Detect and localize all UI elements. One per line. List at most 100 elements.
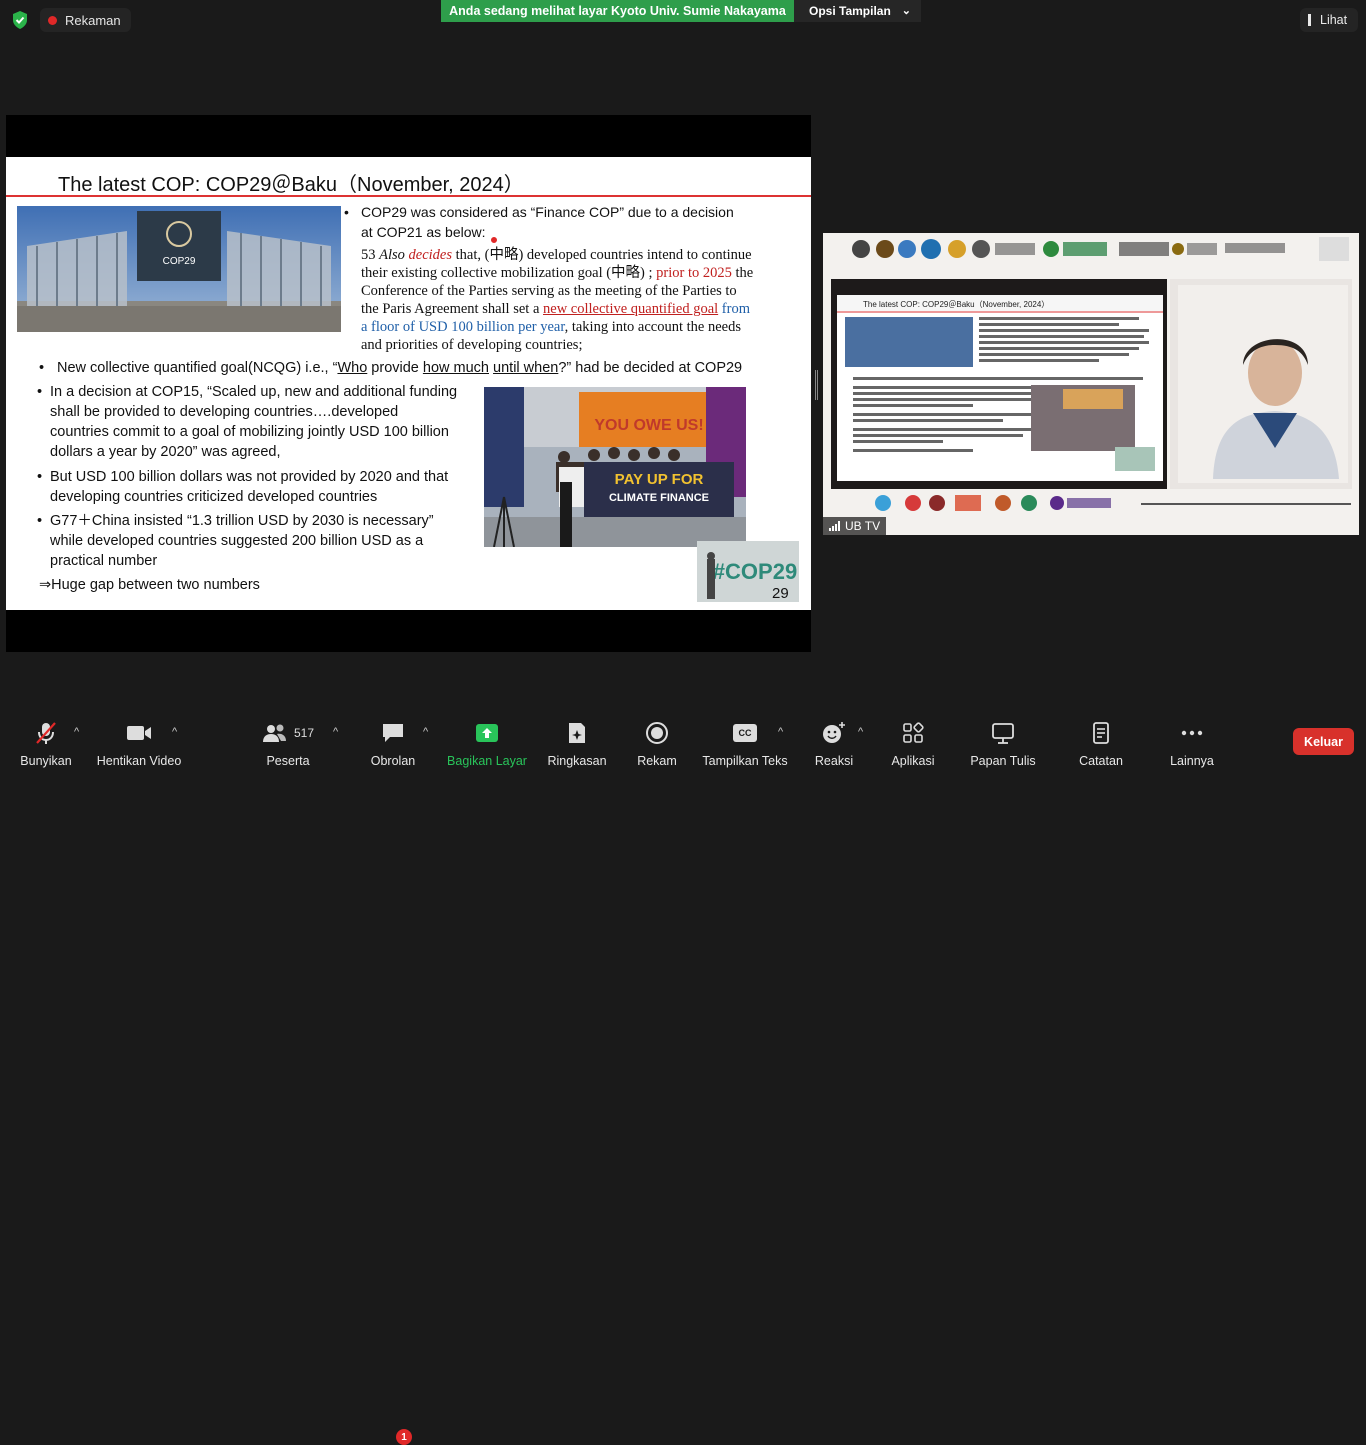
bullet-dot: • xyxy=(37,513,43,529)
presentation-slide: The latest COP: COP29＠Baku（November, 202… xyxy=(6,157,811,610)
chevron-down-icon: ⌄ xyxy=(901,5,911,17)
whiteboard-button[interactable]: Papan Tulis xyxy=(968,712,1038,768)
captions-options-caret-icon[interactable]: ^ xyxy=(778,726,783,738)
climate-finance-protest-photo: YOU OWE US! PAY UP FOR CLIMATE FINANCE xyxy=(484,387,746,547)
title-divider xyxy=(6,195,811,197)
participant-name-label: UB TV xyxy=(823,517,887,535)
ai-summary-icon xyxy=(566,720,588,746)
notes-button[interactable]: Catatan xyxy=(1074,712,1128,768)
show-captions-button[interactable]: CC Tampilkan Teks xyxy=(702,712,788,768)
g77-line3: practical number xyxy=(50,553,158,569)
chat-button[interactable]: Obrolan xyxy=(366,712,420,768)
chat-label: Obrolan xyxy=(370,754,416,768)
participants-label: Peserta xyxy=(266,754,310,768)
participants-options-caret-icon[interactable]: ^ xyxy=(333,726,338,738)
bullet-dot: • xyxy=(344,204,349,220)
quote-line4: the Paris Agreement shall set a new coll… xyxy=(361,301,750,317)
more-label: Lainnya xyxy=(1170,754,1214,768)
cop15-line4: dollars a year by 2020” was agreed, xyxy=(50,444,281,460)
slide-page-number: 29 xyxy=(772,585,789,602)
reactions-label: Reaksi xyxy=(814,754,854,768)
view-layout-icon xyxy=(1308,14,1311,26)
ncqg-bullet: New collective quantified goal(NCQG) i.e… xyxy=(57,360,743,376)
splitter-handle[interactable] xyxy=(815,370,819,400)
slide-title: The latest COP: COP29＠Baku（November, 202… xyxy=(58,174,524,196)
share-screen-label: Bagikan Layar xyxy=(447,754,527,768)
thumb-slide-title: The latest COP: COP29＠Baku（November, 202… xyxy=(863,300,1049,309)
apps-label: Aplikasi xyxy=(891,754,935,768)
usd-line1: But USD 100 billion dollars was not prov… xyxy=(50,469,449,485)
unmute-label: Bunyikan xyxy=(20,754,72,768)
participants-button[interactable]: 517 Peserta xyxy=(258,712,318,768)
quote-line1: 53 Also decides that, (中略) developed cou… xyxy=(361,247,752,263)
participants-count: 517 xyxy=(293,726,315,740)
apps-icon xyxy=(902,720,924,746)
view-options-button[interactable]: Opsi Tampilan ⌄ xyxy=(794,0,921,22)
more-dots-icon xyxy=(1180,720,1204,746)
participant-name: UB TV xyxy=(845,519,881,533)
cop15-line1: In a decision at COP15, “Scaled up, new … xyxy=(50,384,458,400)
g77-line2: while developed countries suggested 200 … xyxy=(50,533,424,549)
cop15-line3: countries commit to a goal of mobilizing… xyxy=(50,424,449,440)
meeting-toolbar: Bunyikan ^ Hentikan Video ^ 517 Peserta … xyxy=(0,712,1366,1445)
protest-banner-text-3: CLIMATE FINANCE xyxy=(609,492,709,504)
signal-strength-icon xyxy=(829,521,840,531)
bullet-dot: • xyxy=(37,469,43,485)
video-camera-icon xyxy=(125,720,153,746)
stop-video-button[interactable]: Hentikan Video xyxy=(94,712,184,768)
view-button[interactable]: Lihat xyxy=(1300,8,1358,32)
summary-label: Ringkasan xyxy=(547,754,607,768)
view-label: Lihat xyxy=(1320,13,1348,27)
quote-line3: Conference of the Parties serving as the… xyxy=(361,283,737,299)
gap-line: ⇒Huge gap between two numbers xyxy=(39,577,260,593)
recording-indicator[interactable]: Rekaman xyxy=(40,8,131,32)
reactions-button[interactable]: Reaksi xyxy=(812,712,856,768)
venue-logo-text: COP29 xyxy=(163,256,196,267)
share-screen-button[interactable]: Bagikan Layar xyxy=(447,712,527,768)
screen-share-banner: Anda sedang melihat layar Kyoto Univ. Su… xyxy=(441,0,794,22)
chat-icon xyxy=(381,720,405,746)
recording-dot-icon xyxy=(48,15,57,25)
participants-icon xyxy=(262,724,286,742)
notes-icon xyxy=(1091,720,1111,746)
bullet1-line1: COP29 was considered as “Finance COP” du… xyxy=(361,204,734,220)
usd-line2: developing countries criticized develope… xyxy=(50,489,378,505)
protest-banner-text-1: YOU OWE US! xyxy=(594,417,703,434)
unmute-button[interactable]: Bunyikan xyxy=(16,712,76,768)
g77-line1: G77＋China insisted “1.3 trillion USD by … xyxy=(50,513,434,529)
reactions-options-caret-icon[interactable]: ^ xyxy=(858,726,863,738)
stop-video-label: Hentikan Video xyxy=(96,754,182,768)
smiley-plus-icon xyxy=(821,720,847,746)
leave-meeting-button[interactable]: Keluar xyxy=(1293,728,1354,755)
meeting-top-bar: Rekaman Anda sedang melihat layar Kyoto … xyxy=(0,0,1366,40)
summary-button[interactable]: Ringkasan xyxy=(546,712,608,768)
view-options-label: Opsi Tampilan xyxy=(809,4,891,18)
microphone-muted-icon xyxy=(33,720,59,746)
closed-captions-icon: CC xyxy=(733,720,757,746)
video-options-caret-icon[interactable]: ^ xyxy=(172,726,177,738)
cop29-venue-photo: COP29 xyxy=(17,206,341,332)
chat-unread-badge: 1 xyxy=(396,1429,412,1445)
audio-options-caret-icon[interactable]: ^ xyxy=(74,726,79,738)
notes-label: Catatan xyxy=(1079,754,1123,768)
more-button[interactable]: Lainnya xyxy=(1164,712,1220,768)
shared-screen[interactable]: The latest COP: COP29＠Baku（November, 202… xyxy=(6,115,811,652)
cop29-sign-text: #COP29 xyxy=(713,559,797,584)
apps-button[interactable]: Aplikasi xyxy=(886,712,940,768)
cop15-line2: shall be provided to developing countrie… xyxy=(50,404,399,420)
chat-options-caret-icon[interactable]: ^ xyxy=(423,726,428,738)
security-shield-icon[interactable] xyxy=(10,10,30,30)
bullet-dot: • xyxy=(37,384,43,400)
bullet-dot: • xyxy=(39,360,45,376)
bullet1-line2: at COP21 as below: xyxy=(361,224,486,240)
quote-line6: and priorities of developing countries; xyxy=(361,337,583,353)
participant-video-tile[interactable]: The latest COP: COP29＠Baku（November, 202… xyxy=(823,233,1359,535)
whiteboard-icon xyxy=(991,720,1015,746)
quote-line2: their existing collective mobilization g… xyxy=(361,265,754,281)
quote-line5: a floor of USD 100 billion per year, tak… xyxy=(361,319,741,335)
record-icon xyxy=(645,720,669,746)
recording-label: Rekaman xyxy=(65,12,121,28)
share-screen-icon xyxy=(475,720,499,746)
whiteboard-label: Papan Tulis xyxy=(970,754,1036,768)
record-button[interactable]: Rekam xyxy=(632,712,682,768)
